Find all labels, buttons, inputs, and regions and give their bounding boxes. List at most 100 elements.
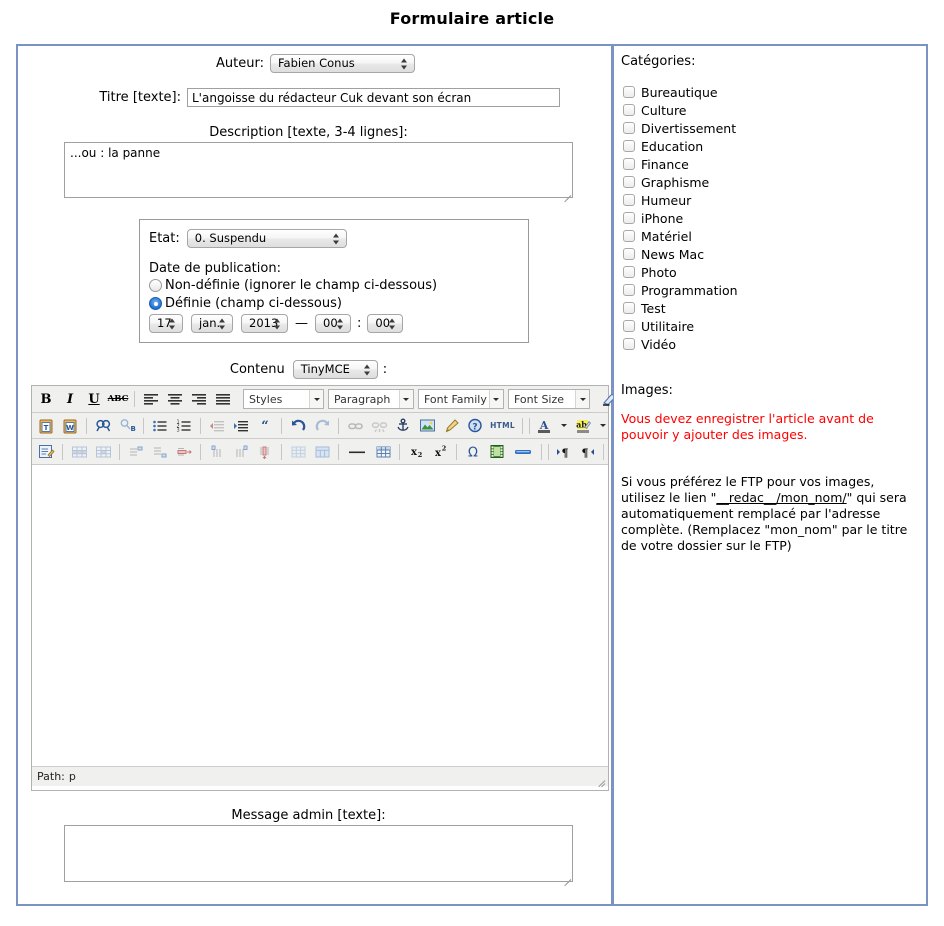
fontsize-listbox[interactable]: Font Size — [508, 389, 590, 409]
category-item[interactable]: Photo — [623, 263, 913, 281]
paste-word-icon[interactable]: W — [59, 415, 81, 437]
cleanup-brush-icon[interactable] — [440, 415, 462, 437]
help-icon[interactable]: ? — [464, 415, 486, 437]
radio-defined-row[interactable]: Définie (champ ci-dessous) — [149, 296, 342, 311]
category-item[interactable]: Divertissement — [623, 119, 913, 137]
bullet-list-icon[interactable] — [149, 415, 171, 437]
contenu-editor-select[interactable]: TinyMCE — [292, 360, 378, 379]
fontfamily-listbox[interactable]: Font Family — [418, 389, 504, 409]
strikethrough-icon[interactable]: ABC — [107, 388, 129, 410]
format-listbox[interactable]: Paragraph — [328, 389, 414, 409]
tinymce-content-area[interactable] — [32, 465, 608, 766]
superscript-icon[interactable]: x2 — [429, 441, 451, 463]
html-icon[interactable]: HTML — [488, 415, 517, 437]
table-cell-props-icon[interactable] — [92, 441, 114, 463]
radio-undefined[interactable] — [149, 279, 162, 292]
minute-select[interactable]: 00 — [367, 314, 404, 333]
hour-select[interactable]: 00 — [315, 314, 351, 333]
col-insert-before-icon[interactable] — [206, 441, 228, 463]
table-icon[interactable] — [372, 441, 394, 463]
category-item[interactable]: Utilitaire — [623, 317, 913, 335]
category-checkbox[interactable] — [623, 320, 635, 332]
row-delete-icon[interactable] — [173, 441, 195, 463]
day-select[interactable]: 17 — [149, 314, 183, 333]
month-select[interactable]: jan. — [191, 314, 233, 333]
search-icon[interactable] — [92, 415, 114, 437]
category-checkbox[interactable] — [623, 338, 635, 350]
category-item[interactable]: Test — [623, 299, 913, 317]
category-item[interactable]: Vidéo — [623, 335, 913, 353]
outdent-icon[interactable] — [206, 415, 228, 437]
title-input[interactable] — [187, 88, 560, 107]
subscript-icon[interactable]: x2 — [405, 441, 427, 463]
category-item[interactable]: iPhone — [623, 209, 913, 227]
table-row-props-icon[interactable] — [68, 441, 90, 463]
paste-text-icon[interactable]: T — [35, 415, 57, 437]
category-checkbox[interactable] — [623, 230, 635, 242]
radio-defined[interactable] — [149, 297, 162, 310]
horizontal-rule-icon[interactable] — [344, 441, 370, 463]
merge-cells-icon[interactable] — [311, 441, 333, 463]
col-delete-icon[interactable] — [254, 441, 276, 463]
category-checkbox[interactable] — [623, 266, 635, 278]
category-checkbox[interactable] — [623, 176, 635, 188]
category-checkbox[interactable] — [623, 158, 635, 170]
category-item[interactable]: Bureautique — [623, 83, 913, 101]
category-item[interactable]: Culture — [623, 101, 913, 119]
undo-icon[interactable] — [287, 415, 309, 437]
indent-icon[interactable] — [230, 415, 252, 437]
charmap-icon[interactable]: Ω — [462, 441, 484, 463]
category-checkbox[interactable] — [623, 212, 635, 224]
category-item[interactable]: News Mac — [623, 245, 913, 263]
forecolor-dropdown-icon[interactable] — [557, 415, 570, 437]
unlink-icon[interactable] — [368, 415, 390, 437]
category-checkbox[interactable] — [623, 140, 635, 152]
forecolor-icon[interactable]: A — [533, 415, 555, 437]
media-icon[interactable] — [486, 441, 508, 463]
row-insert-before-icon[interactable] — [125, 441, 147, 463]
bold-icon[interactable]: B — [35, 388, 57, 410]
edit-css-icon[interactable] — [35, 441, 57, 463]
description-textarea[interactable] — [64, 142, 573, 198]
category-checkbox[interactable] — [623, 86, 635, 98]
category-checkbox[interactable] — [623, 302, 635, 314]
author-select[interactable]: Fabien Conus — [270, 54, 415, 73]
category-item[interactable]: Humeur — [623, 191, 913, 209]
styles-listbox[interactable]: Styles — [243, 389, 324, 409]
category-checkbox[interactable] — [623, 122, 635, 134]
pagebreak-icon[interactable] — [510, 441, 536, 463]
align-right-icon[interactable] — [188, 388, 210, 410]
search-replace-icon[interactable]: B — [116, 415, 138, 437]
etat-select[interactable]: 0. Suspendu — [186, 229, 347, 248]
align-center-icon[interactable] — [164, 388, 186, 410]
ftp-link[interactable]: __redac__/mon_nom/ — [716, 490, 846, 505]
link-icon[interactable] — [344, 415, 366, 437]
ltr-icon[interactable]: ¶ — [552, 441, 574, 463]
category-item[interactable]: Matériel — [623, 227, 913, 245]
radio-undefined-row[interactable]: Non-définie (ignorer le champ ci-dessous… — [149, 278, 437, 293]
category-checkbox[interactable] — [623, 248, 635, 260]
italic-icon[interactable]: I — [59, 388, 81, 410]
align-left-icon[interactable] — [140, 388, 162, 410]
align-justify-icon[interactable] — [212, 388, 234, 410]
category-checkbox[interactable] — [623, 194, 635, 206]
split-cells-icon[interactable] — [287, 441, 309, 463]
editor-resize-grip-icon[interactable] — [595, 773, 606, 788]
redo-icon[interactable] — [311, 415, 333, 437]
message-admin-textarea[interactable] — [64, 825, 573, 882]
category-item[interactable]: Graphisme — [623, 173, 913, 191]
backcolor-dropdown-icon[interactable] — [596, 415, 609, 437]
row-insert-after-icon[interactable] — [149, 441, 171, 463]
category-checkbox[interactable] — [623, 284, 635, 296]
col-insert-after-icon[interactable] — [230, 441, 252, 463]
anchor-icon[interactable] — [392, 415, 414, 437]
rtl-icon[interactable]: ¶ — [576, 441, 598, 463]
underline-icon[interactable]: U — [83, 388, 105, 410]
category-item[interactable]: Programmation — [623, 281, 913, 299]
blockquote-icon[interactable]: “ — [254, 415, 276, 437]
backcolor-icon[interactable]: ab — [572, 415, 594, 437]
category-checkbox[interactable] — [623, 104, 635, 116]
image-icon[interactable] — [416, 415, 438, 437]
numbered-list-icon[interactable]: 123 — [173, 415, 195, 437]
year-select[interactable]: 2013 — [241, 314, 288, 333]
